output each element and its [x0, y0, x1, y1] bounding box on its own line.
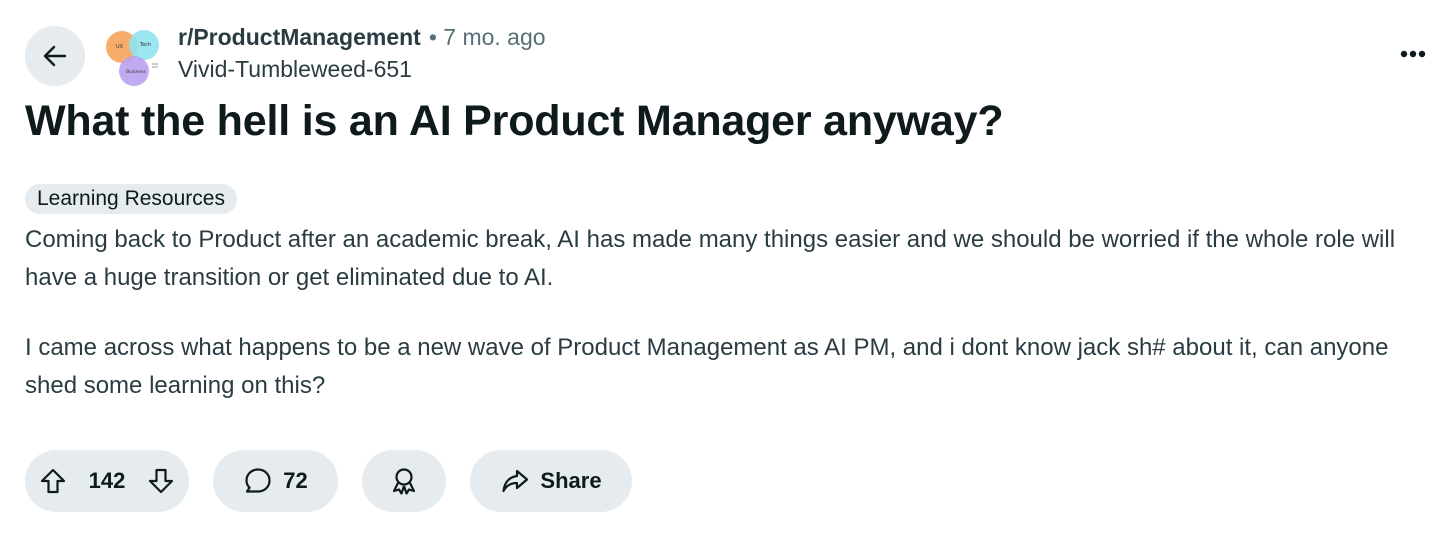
- vote-control: 142: [25, 450, 189, 512]
- back-button[interactable]: [25, 26, 85, 86]
- post-paragraph: Coming back to Product after an academic…: [25, 226, 1396, 291]
- post-paragraph: I came across what happens to be a new w…: [25, 334, 1389, 399]
- post-flair[interactable]: Learning Resources: [25, 184, 237, 214]
- action-bar: 142 72 Share: [25, 450, 632, 512]
- arrow-left-icon: [41, 42, 69, 70]
- comment-count: 72: [283, 468, 308, 493]
- avatar-circle-label-business: Business: [126, 69, 146, 75]
- more-horizontal-icon: [1400, 50, 1426, 58]
- post-title: What the hell is an AI Product Manager a…: [25, 97, 1004, 145]
- comments-button[interactable]: 72: [213, 450, 338, 512]
- avatar-circle-label-ux: UX: [116, 44, 124, 50]
- arrow-down-icon[interactable]: [147, 467, 175, 495]
- subreddit-avatar[interactable]: UX Tech Business: [104, 28, 164, 88]
- comment-bubble-icon: [243, 466, 273, 496]
- post-meta: r/ProductManagement • 7 mo. ago Vivid-Tu…: [178, 26, 546, 81]
- share-label: Share: [540, 468, 602, 493]
- more-options-button[interactable]: [1398, 42, 1428, 66]
- post-time: • 7 mo. ago: [428, 24, 546, 50]
- share-arrow-icon: [500, 466, 530, 496]
- username-link[interactable]: Vivid-Tumbleweed-651: [178, 58, 546, 81]
- post-body: Coming back to Product after an academic…: [25, 221, 1435, 437]
- arrow-up-icon[interactable]: [39, 467, 67, 495]
- award-icon: [389, 466, 419, 496]
- share-button[interactable]: Share: [470, 450, 632, 512]
- vote-count: 142: [88, 468, 126, 493]
- award-button[interactable]: [362, 450, 446, 512]
- avatar-circle-label-tech: Tech: [139, 42, 151, 48]
- subreddit-link[interactable]: r/ProductManagement: [178, 26, 421, 49]
